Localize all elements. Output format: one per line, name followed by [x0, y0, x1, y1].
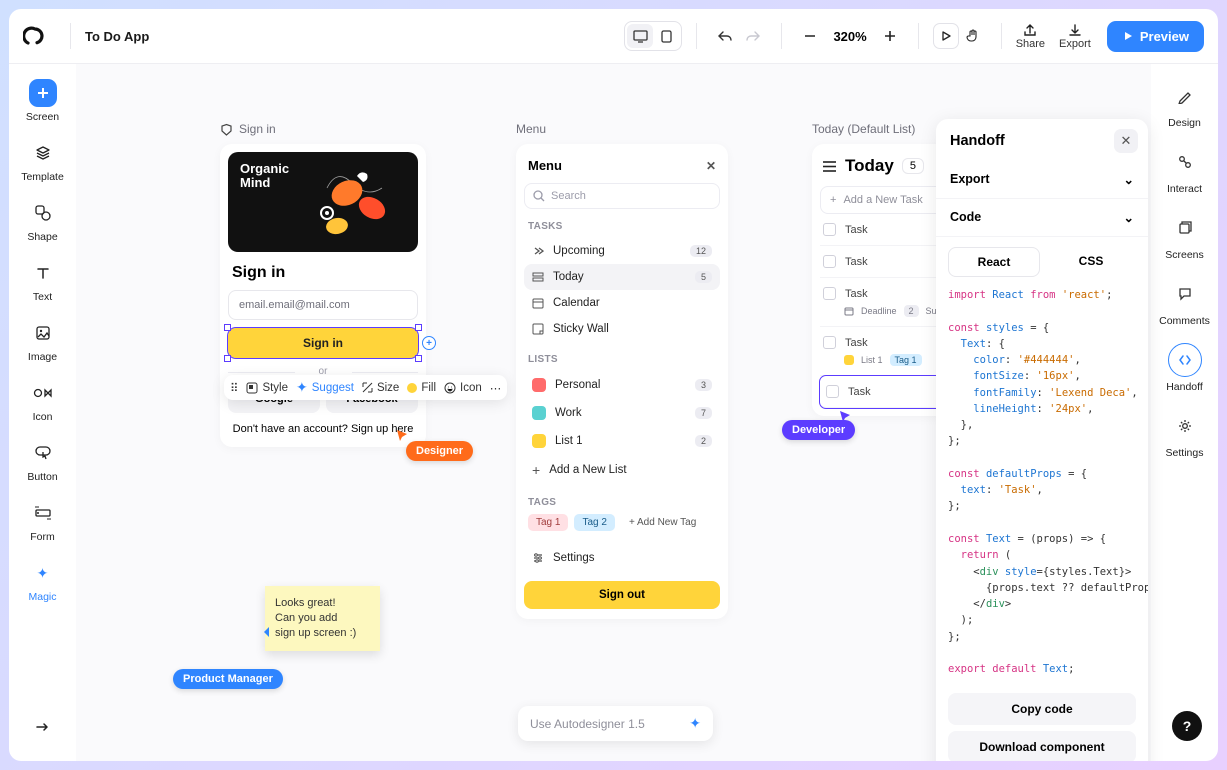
- artboard-label[interactable]: Today (Default List): [812, 122, 915, 136]
- section-lists: LISTS: [528, 354, 716, 365]
- undo-icon[interactable]: [711, 22, 739, 50]
- close-icon[interactable]: ✕: [706, 159, 716, 173]
- signout-button[interactable]: Sign out: [524, 581, 720, 609]
- signin-button[interactable]: Sign in +: [228, 328, 418, 358]
- menu-today[interactable]: Today5: [524, 264, 720, 290]
- rail-settings[interactable]: Settings: [1151, 409, 1218, 459]
- preview-button[interactable]: Preview: [1107, 21, 1204, 52]
- project-title[interactable]: To Do App: [85, 29, 149, 44]
- hamburger-icon[interactable]: [822, 160, 837, 173]
- handoff-panel: Handoff ✕ Export⌄ Code⌄ React CSS import…: [936, 119, 1148, 761]
- more-icon[interactable]: ⋯: [490, 381, 502, 395]
- rail-handoff[interactable]: Handoff: [1151, 343, 1218, 393]
- search-input[interactable]: Search: [524, 183, 720, 209]
- icon-control[interactable]: Icon: [444, 382, 482, 394]
- left-toolbar: Screen Template Shape Text Image Icon Bu…: [9, 64, 76, 761]
- download-component-button[interactable]: Download component: [948, 731, 1136, 761]
- tool-image[interactable]: Image: [9, 319, 76, 363]
- collapse-rail-icon[interactable]: [9, 713, 76, 741]
- play-icon[interactable]: [933, 23, 959, 49]
- signup-link[interactable]: Don't have an account? Sign up here: [228, 423, 418, 435]
- redo-icon: [739, 22, 767, 50]
- share-button[interactable]: Share: [1016, 23, 1045, 50]
- tool-form[interactable]: Form: [9, 499, 76, 543]
- section-export[interactable]: Export⌄: [936, 161, 1148, 199]
- tool-template[interactable]: Template: [9, 139, 76, 183]
- today-count: 5: [902, 158, 924, 174]
- menu-title: Menu: [528, 158, 562, 173]
- tag-1[interactable]: Tag 1: [528, 514, 568, 531]
- hand-icon[interactable]: [959, 22, 987, 50]
- artboard-label[interactable]: Menu: [516, 122, 546, 136]
- list-list1[interactable]: List 12: [524, 427, 720, 455]
- sticky-note[interactable]: Looks great! Can you add sign up screen …: [265, 586, 380, 651]
- menu-sticky[interactable]: Sticky Wall: [524, 316, 720, 342]
- size-control[interactable]: Size: [362, 382, 399, 394]
- app-logo-icon: [23, 24, 47, 48]
- desktop-device-icon[interactable]: [627, 24, 653, 48]
- fill-control[interactable]: Fill: [407, 382, 436, 394]
- export-button[interactable]: Export: [1059, 23, 1091, 50]
- artboard-menu[interactable]: Menu Menu ✕ Search TASKS Upcoming12 Toda…: [516, 144, 728, 619]
- tool-shape[interactable]: Shape: [9, 199, 76, 243]
- copy-code-button[interactable]: Copy code: [948, 693, 1136, 725]
- add-list[interactable]: +Add a New List: [524, 455, 720, 485]
- suggest-control[interactable]: ✦Suggest: [296, 379, 354, 396]
- style-control[interactable]: Style: [246, 382, 288, 394]
- tool-magic[interactable]: ✦Magic: [9, 559, 76, 603]
- section-tasks: TASKS: [528, 221, 716, 232]
- today-title: Today: [845, 156, 894, 176]
- rail-interact[interactable]: Interact: [1151, 145, 1218, 195]
- tab-css[interactable]: CSS: [1046, 247, 1136, 277]
- tab-react[interactable]: React: [948, 247, 1040, 277]
- add-link-icon[interactable]: +: [422, 336, 436, 350]
- section-code[interactable]: Code⌄: [936, 199, 1148, 237]
- section-tags: TAGS: [528, 497, 716, 508]
- autodesigner-bar[interactable]: Use Autodesigner 1.5 ✦: [518, 706, 713, 741]
- tool-icon[interactable]: Icon: [9, 379, 76, 423]
- cursor-pm: Product Manager: [173, 669, 283, 689]
- rail-screens[interactable]: Screens: [1151, 211, 1218, 261]
- right-toolbar: Design Interact Screens Comments Handoff…: [1151, 64, 1218, 761]
- email-field[interactable]: email.email@mail.com: [228, 290, 418, 320]
- zoom-in-icon[interactable]: [876, 22, 904, 50]
- tool-text[interactable]: Text: [9, 259, 76, 303]
- add-tag[interactable]: + Add New Tag: [621, 514, 704, 531]
- drag-handle-icon[interactable]: ⠿: [230, 381, 238, 395]
- code-block[interactable]: import React from 'react'; const styles …: [936, 277, 1148, 687]
- artboard-label[interactable]: Sign in: [220, 122, 276, 136]
- tool-screen[interactable]: Screen: [9, 79, 76, 123]
- menu-upcoming[interactable]: Upcoming12: [524, 238, 720, 264]
- list-work[interactable]: Work7: [524, 399, 720, 427]
- close-panel-icon[interactable]: ✕: [1114, 129, 1138, 153]
- artboard-signin[interactable]: Sign in Organic Mind Sign in: [220, 144, 426, 447]
- tool-button[interactable]: Button: [9, 439, 76, 483]
- zoom-value[interactable]: 320%: [833, 29, 866, 44]
- hero-image[interactable]: Organic Mind: [228, 152, 418, 252]
- cursor-designer: Designer: [406, 441, 473, 461]
- menu-calendar[interactable]: Calendar: [524, 290, 720, 316]
- sparkle-icon: ✦: [689, 715, 701, 732]
- rail-comments[interactable]: Comments: [1151, 277, 1218, 327]
- chevron-down-icon: ⌄: [1124, 172, 1134, 187]
- menu-settings[interactable]: Settings: [524, 545, 720, 571]
- element-inspector[interactable]: ⠿ Style ✦Suggest Size Fill Icon ⋯: [224, 375, 507, 400]
- help-button[interactable]: ?: [1172, 711, 1202, 741]
- list-personal[interactable]: Personal3: [524, 371, 720, 399]
- rail-design[interactable]: Design: [1151, 79, 1218, 129]
- device-toggle[interactable]: [624, 21, 682, 51]
- zoom-out-icon[interactable]: [796, 22, 824, 50]
- tag-2[interactable]: Tag 2: [574, 514, 614, 531]
- chevron-down-icon: ⌄: [1124, 210, 1134, 225]
- mobile-device-icon[interactable]: [653, 24, 679, 48]
- topbar: To Do App 320% Share Export: [9, 9, 1218, 64]
- heading-signin: Sign in: [232, 264, 414, 282]
